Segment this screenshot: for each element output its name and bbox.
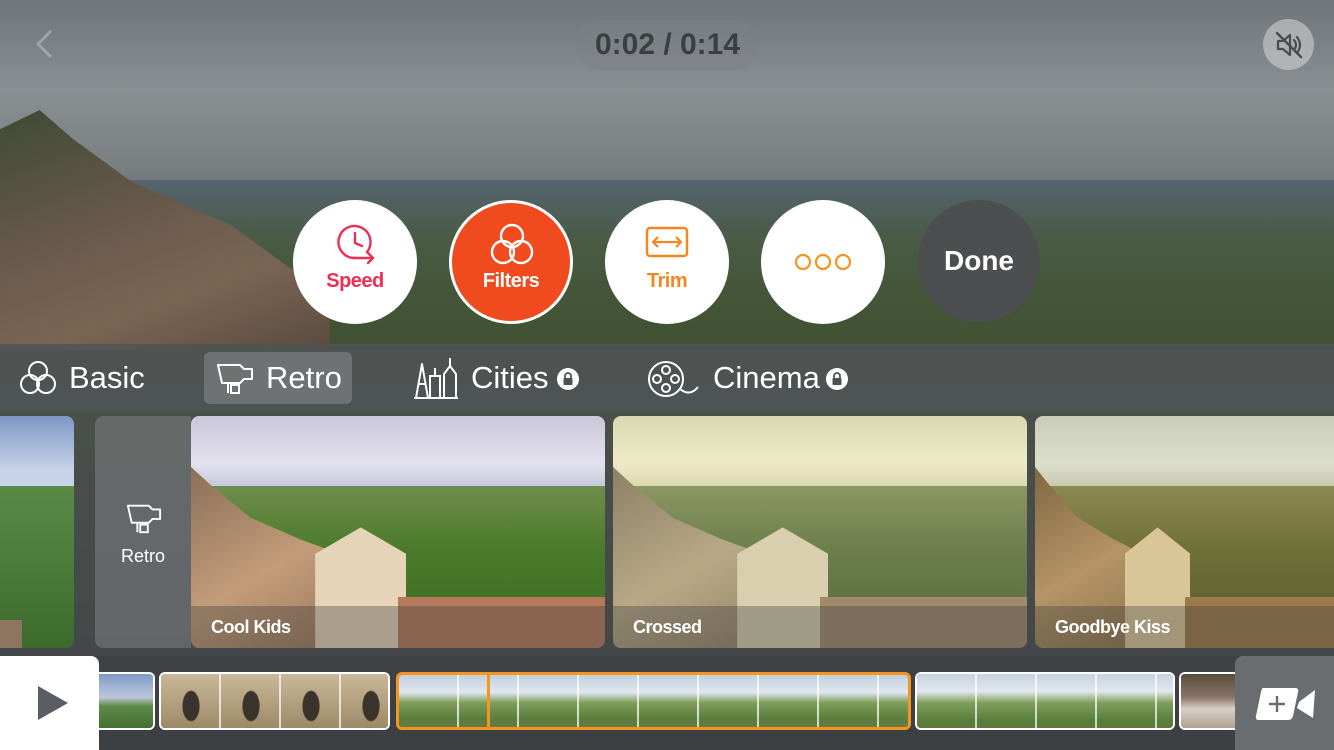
back-button[interactable]	[30, 28, 62, 60]
filter-thumbnail-crossed[interactable]: Crossed	[613, 416, 1027, 648]
tab-cinema[interactable]: Cinema	[644, 352, 854, 404]
filters-button[interactable]: Filters	[449, 200, 573, 324]
trim-arrows-icon	[645, 226, 689, 258]
filter-label: Cool Kids	[211, 617, 291, 637]
trim-button[interactable]: Trim	[605, 200, 729, 324]
city-landmarks-icon	[414, 358, 458, 399]
tab-basic[interactable]: Basic	[16, 352, 156, 404]
playhead[interactable]	[487, 675, 490, 727]
add-video-icon	[1255, 688, 1315, 720]
add-clip-button[interactable]	[1235, 656, 1334, 750]
three-circles-icon	[20, 361, 56, 394]
retro-camera-icon	[217, 364, 253, 394]
filter-thumbnail-goodbye-kiss[interactable]: Goodbye Kiss	[1035, 416, 1334, 648]
timeline-clip-selected[interactable]	[396, 672, 911, 730]
timeline-clip[interactable]	[99, 672, 155, 730]
speed-label: Speed	[326, 270, 384, 292]
more-options-button[interactable]	[761, 200, 885, 324]
chevron-left-icon	[36, 30, 52, 58]
retro-camera-icon	[126, 504, 162, 534]
clock-arrow-icon	[337, 224, 375, 265]
mute-button[interactable]	[1263, 19, 1314, 70]
retro-group-label: Retro	[120, 546, 165, 566]
three-dots-icon	[794, 253, 852, 271]
retro-group-card: Retro	[95, 416, 191, 648]
tab-retro[interactable]: Retro	[204, 352, 352, 404]
trim-label: Trim	[646, 270, 688, 292]
tab-cities-label: Cities	[471, 360, 549, 395]
playback-time: 0:02 / 0:14	[576, 20, 759, 70]
lock-icon	[557, 368, 579, 390]
play-icon	[38, 686, 68, 720]
tab-cinema-label: Cinema	[713, 360, 820, 395]
filter-label: Goodbye Kiss	[1055, 617, 1171, 637]
done-button[interactable]: Done	[918, 200, 1040, 322]
filter-thumbnail-cool-kids[interactable]: Cool Kids	[191, 416, 605, 648]
timeline-clip[interactable]	[159, 672, 390, 730]
three-circles-icon	[490, 223, 534, 265]
timeline-clip[interactable]	[915, 672, 1175, 730]
filter-thumbnail-previous[interactable]	[0, 416, 74, 648]
filter-label: Crossed	[633, 617, 702, 637]
filter-thumbnail-strip: Retro Cool Kids Crossed Goodbye Kiss	[0, 412, 1334, 656]
filters-label: Filters	[482, 270, 540, 292]
tab-cities[interactable]: Cities	[410, 352, 590, 404]
tab-retro-label: Retro	[266, 360, 342, 395]
lock-icon	[826, 368, 848, 390]
film-reel-icon	[648, 361, 699, 397]
speed-button[interactable]: Speed	[293, 200, 417, 324]
play-button[interactable]	[0, 656, 99, 750]
speaker-muted-icon	[1275, 31, 1303, 59]
filter-category-bar: Basic Retro Cities Cinema	[0, 344, 1334, 412]
tab-basic-label: Basic	[69, 360, 145, 395]
